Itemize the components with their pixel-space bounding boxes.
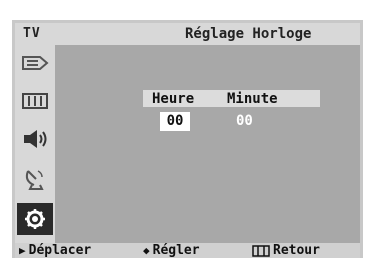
antenna-icon [25, 170, 44, 190]
sidebar-item-antenna[interactable] [19, 163, 51, 195]
adjust-hint: ◆ Régler [143, 243, 200, 258]
sidebar-item-picture[interactable] [19, 85, 51, 117]
right-triangle-icon: ▶ [19, 244, 26, 257]
minute-label: Minute [227, 91, 278, 107]
input-source-icon [22, 56, 49, 70]
menu-footer: ▶ Déplacer ◆ Régler Retour [15, 243, 360, 258]
minute-field[interactable]: 00 [236, 112, 253, 131]
menu-sidebar [15, 45, 55, 243]
sidebar-item-sound[interactable] [19, 123, 51, 155]
clock-settings-panel: Heure Minute 00 00 [55, 45, 360, 243]
picture-icon [22, 93, 48, 109]
clock-labels-row: Heure Minute [143, 90, 320, 107]
move-hint: ▶ Déplacer [19, 243, 91, 258]
sound-icon [24, 130, 47, 148]
return-hint: Retour [252, 243, 320, 258]
menu-title: Réglage Horloge [185, 26, 312, 42]
sidebar-item-setup[interactable] [17, 203, 53, 235]
setup-gear-icon [25, 209, 45, 229]
move-label: Déplacer [28, 243, 92, 258]
menu-icon [252, 244, 270, 257]
sidebar-item-input[interactable] [19, 47, 51, 79]
return-label: Retour [273, 243, 320, 258]
hour-label: Heure [152, 91, 195, 107]
osd-menu-frame: TV Réglage Horloge Heure Minute 00 00 ▶ … [12, 20, 363, 258]
hour-field[interactable]: 00 [160, 112, 190, 131]
menu-header: TV Réglage Horloge [15, 23, 360, 45]
up-down-icon: ◆ [143, 244, 150, 257]
source-label: TV [23, 26, 41, 41]
adjust-label: Régler [152, 243, 200, 258]
